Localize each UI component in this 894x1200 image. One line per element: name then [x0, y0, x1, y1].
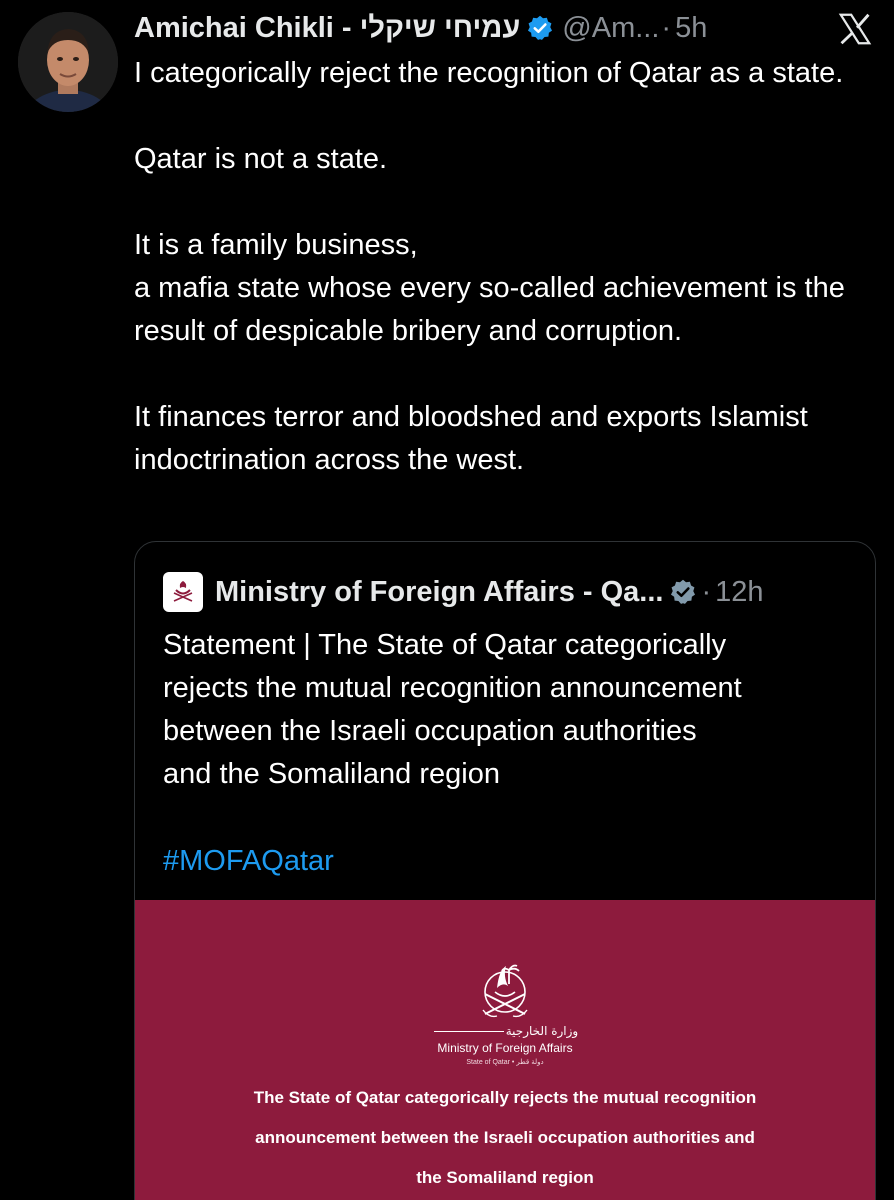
qatar-emblem-icon: [475, 958, 535, 1022]
post-text: I categorically reject the recognition o…: [134, 52, 874, 482]
tweet-view: Amichai Chikli - עמיחי שיקלי @Am... · 5h…: [0, 0, 894, 1200]
post-time[interactable]: 5h: [675, 12, 707, 45]
author-name[interactable]: Amichai Chikli - עמיחי שיקלי: [134, 12, 520, 45]
quoted-author-avatar[interactable]: [163, 572, 203, 612]
mofa-arabic-name: وزارة الخارجية: [135, 1024, 875, 1038]
quoted-author-name[interactable]: Ministry of Foreign Affairs - Qa...: [215, 576, 663, 609]
quoted-text-line: Statement | The State of Qatar categoric…: [163, 629, 727, 661]
quoted-post-card[interactable]: Ministry of Foreign Affairs - Qa... · 12…: [134, 541, 876, 1200]
post-paragraph: It finances terror and bloodshed and exp…: [134, 401, 808, 476]
quoted-post-header: Ministry of Foreign Affairs - Qa... · 12…: [163, 572, 764, 612]
quoted-time[interactable]: 12h: [715, 576, 763, 609]
quoted-text-line: and the Somaliland region: [163, 758, 500, 790]
quoted-post-text: Statement | The State of Qatar categoric…: [163, 624, 863, 796]
post-paragraph: It is a family business, a mafia state w…: [134, 229, 845, 347]
verified-badge-icon: [526, 14, 554, 42]
hashtag-link[interactable]: #MOFAQatar: [163, 840, 334, 883]
verified-badge-icon: [669, 578, 697, 606]
quoted-text-line: rejects the mutual recognition announcem…: [163, 672, 742, 704]
quoted-media-image[interactable]: وزارة الخارجية Ministry of Foreign Affai…: [135, 900, 875, 1200]
author-avatar[interactable]: [18, 12, 118, 112]
media-headline-line: the Somaliland region: [416, 1168, 594, 1187]
post-paragraph: I categorically reject the recognition o…: [134, 57, 844, 89]
quoted-text-line: between the Israeli occupation authoriti…: [163, 715, 697, 747]
header-separator: ·: [661, 11, 672, 44]
post-paragraph: Qatar is not a state.: [134, 143, 388, 175]
author-handle[interactable]: @Am...: [562, 12, 659, 45]
x-logo-icon[interactable]: [836, 10, 874, 48]
mofa-english-name: Ministry of Foreign Affairs: [437, 1041, 573, 1055]
post-header: Amichai Chikli - עמיחי שיקלי @Am... · 5h: [134, 8, 874, 48]
media-headline-line: announcement between the Israeli occupat…: [255, 1128, 755, 1147]
media-headline: The State of Qatar categorically rejects…: [165, 1078, 845, 1198]
mofa-subtitle: State of Qatar • دولة قطر: [466, 1059, 544, 1066]
media-headline-line: The State of Qatar categorically rejects…: [253, 1088, 757, 1107]
mofa-arabic-text: وزارة الخارجية: [505, 1024, 579, 1038]
quoted-separator: ·: [701, 575, 712, 608]
